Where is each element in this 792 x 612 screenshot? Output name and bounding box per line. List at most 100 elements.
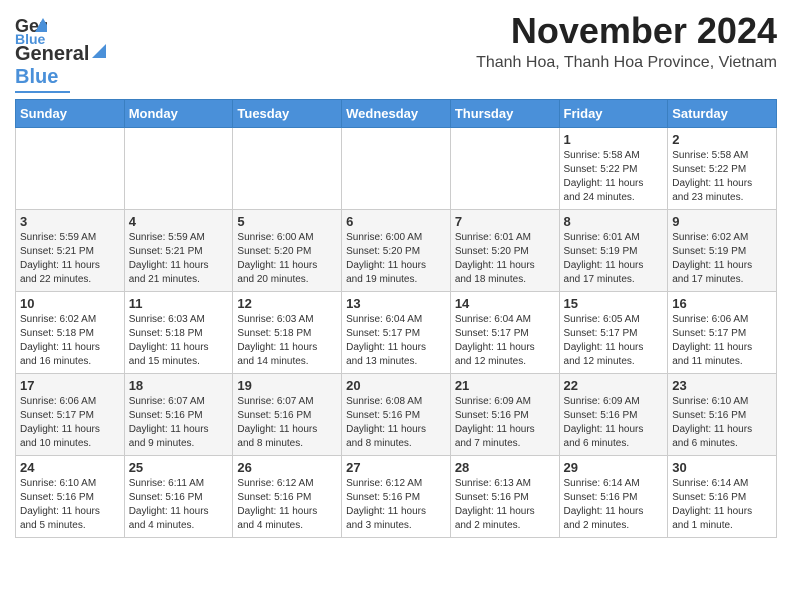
- day-info: Sunrise: 6:03 AM Sunset: 5:18 PM Dayligh…: [129, 313, 229, 369]
- day-info: Sunrise: 6:13 AM Sunset: 5:16 PM Dayligh…: [455, 477, 555, 533]
- day-info: Sunrise: 6:09 AM Sunset: 5:16 PM Dayligh…: [455, 395, 555, 451]
- day-info: Sunrise: 6:00 AM Sunset: 5:20 PM Dayligh…: [346, 231, 446, 287]
- location-title: Thanh Hoa, Thanh Hoa Province, Vietnam: [476, 54, 777, 72]
- day-number: 23: [672, 378, 772, 393]
- weekday-header: Saturday: [668, 100, 777, 128]
- day-number: 7: [455, 214, 555, 229]
- calendar-cell: 1 Sunrise: 5:58 AM Sunset: 5:22 PM Daylig…: [559, 128, 668, 210]
- calendar-cell: 14 Sunrise: 6:04 AM Sunset: 5:17 PM Dayli…: [450, 292, 559, 374]
- day-number: 8: [564, 214, 664, 229]
- day-info: Sunrise: 5:58 AM Sunset: 5:22 PM Dayligh…: [672, 149, 772, 205]
- day-number: 9: [672, 214, 772, 229]
- day-number: 14: [455, 296, 555, 311]
- day-info: Sunrise: 6:06 AM Sunset: 5:17 PM Dayligh…: [20, 395, 120, 451]
- calendar-cell: 7 Sunrise: 6:01 AM Sunset: 5:20 PM Daylig…: [450, 210, 559, 292]
- day-number: 20: [346, 378, 446, 393]
- day-number: 16: [672, 296, 772, 311]
- calendar-cell: 30 Sunrise: 6:14 AM Sunset: 5:16 PM Dayli…: [668, 456, 777, 538]
- day-number: 30: [672, 460, 772, 475]
- day-info: Sunrise: 6:12 AM Sunset: 5:16 PM Dayligh…: [346, 477, 446, 533]
- day-number: 21: [455, 378, 555, 393]
- day-number: 3: [20, 214, 120, 229]
- calendar-cell: 23Sunrise: 6:10 AM Sunset: 5:16 PM Dayli…: [668, 374, 777, 456]
- day-number: 27: [346, 460, 446, 475]
- calendar-cell: 19Sunrise: 6:07 AM Sunset: 5:16 PM Dayli…: [233, 374, 342, 456]
- day-info: Sunrise: 6:14 AM Sunset: 5:16 PM Dayligh…: [564, 477, 664, 533]
- logo: General Blue General Blue: [15, 14, 108, 93]
- day-info: Sunrise: 6:12 AM Sunset: 5:16 PM Dayligh…: [237, 477, 337, 533]
- calendar-cell: 13Sunrise: 6:04 AM Sunset: 5:17 PM Dayli…: [342, 292, 451, 374]
- day-number: 24: [20, 460, 120, 475]
- day-info: Sunrise: 6:07 AM Sunset: 5:16 PM Dayligh…: [129, 395, 229, 451]
- calendar-cell: 22Sunrise: 6:09 AM Sunset: 5:16 PM Dayli…: [559, 374, 668, 456]
- logo-blue: Blue: [15, 66, 58, 89]
- calendar-cell: 2Sunrise: 5:58 AM Sunset: 5:22 PM Daylig…: [668, 128, 777, 210]
- day-number: 19: [237, 378, 337, 393]
- calendar-cell: [124, 128, 233, 210]
- weekday-header: Thursday: [450, 100, 559, 128]
- calendar-cell: 20 Sunrise: 6:08 AM Sunset: 5:16 PM Dayli…: [342, 374, 451, 456]
- day-info: Sunrise: 6:01 AM Sunset: 5:20 PM Dayligh…: [455, 231, 555, 287]
- month-title: November 2024: [476, 10, 777, 52]
- calendar-cell: 9 Sunrise: 6:02 AM Sunset: 5:19 PM Daylig…: [668, 210, 777, 292]
- calendar-cell: [233, 128, 342, 210]
- calendar-week-row: 17 Sunrise: 6:06 AM Sunset: 5:17 PM Dayli…: [16, 374, 777, 456]
- calendar-table: SundayMondayTuesdayWednesdayThursdayFrid…: [15, 99, 777, 538]
- weekday-header: Monday: [124, 100, 233, 128]
- calendar-cell: 17 Sunrise: 6:06 AM Sunset: 5:17 PM Dayli…: [16, 374, 125, 456]
- calendar-cell: 3 Sunrise: 5:59 AM Sunset: 5:21 PM Daylig…: [16, 210, 125, 292]
- calendar-cell: 11 Sunrise: 6:03 AM Sunset: 5:18 PM Dayli…: [124, 292, 233, 374]
- weekday-header: Wednesday: [342, 100, 451, 128]
- calendar-week-row: 1 Sunrise: 5:58 AM Sunset: 5:22 PM Daylig…: [16, 128, 777, 210]
- calendar-cell: 18Sunrise: 6:07 AM Sunset: 5:16 PM Dayli…: [124, 374, 233, 456]
- day-number: 15: [564, 296, 664, 311]
- day-info: Sunrise: 6:10 AM Sunset: 5:16 PM Dayligh…: [20, 477, 120, 533]
- logo-general: General: [15, 43, 89, 66]
- calendar-cell: 26 Sunrise: 6:12 AM Sunset: 5:16 PM Dayli…: [233, 456, 342, 538]
- day-number: 26: [237, 460, 337, 475]
- calendar-cell: 15Sunrise: 6:05 AM Sunset: 5:17 PM Dayli…: [559, 292, 668, 374]
- day-number: 29: [564, 460, 664, 475]
- calendar-week-row: 3 Sunrise: 5:59 AM Sunset: 5:21 PM Daylig…: [16, 210, 777, 292]
- calendar-cell: 4 Sunrise: 5:59 AM Sunset: 5:21 PM Daylig…: [124, 210, 233, 292]
- calendar-cell: 24 Sunrise: 6:10 AM Sunset: 5:16 PM Dayli…: [16, 456, 125, 538]
- calendar-header-row: SundayMondayTuesdayWednesdayThursdayFrid…: [16, 100, 777, 128]
- day-info: Sunrise: 6:03 AM Sunset: 5:18 PM Dayligh…: [237, 313, 337, 369]
- weekday-header: Tuesday: [233, 100, 342, 128]
- weekday-header: Sunday: [16, 100, 125, 128]
- calendar-cell: 25 Sunrise: 6:11 AM Sunset: 5:16 PM Dayli…: [124, 456, 233, 538]
- day-info: Sunrise: 5:59 AM Sunset: 5:21 PM Dayligh…: [20, 231, 120, 287]
- day-info: Sunrise: 6:04 AM Sunset: 5:17 PM Dayligh…: [455, 313, 555, 369]
- day-info: Sunrise: 6:14 AM Sunset: 5:16 PM Dayligh…: [672, 477, 772, 533]
- day-info: Sunrise: 6:08 AM Sunset: 5:16 PM Dayligh…: [346, 395, 446, 451]
- calendar-cell: 27 Sunrise: 6:12 AM Sunset: 5:16 PM Dayli…: [342, 456, 451, 538]
- calendar-cell: [342, 128, 451, 210]
- calendar-cell: [450, 128, 559, 210]
- day-info: Sunrise: 6:06 AM Sunset: 5:17 PM Dayligh…: [672, 313, 772, 369]
- day-info: Sunrise: 6:01 AM Sunset: 5:19 PM Dayligh…: [564, 231, 664, 287]
- day-info: Sunrise: 5:59 AM Sunset: 5:21 PM Dayligh…: [129, 231, 229, 287]
- day-number: 25: [129, 460, 229, 475]
- calendar-week-row: 10Sunrise: 6:02 AM Sunset: 5:18 PM Dayli…: [16, 292, 777, 374]
- day-info: Sunrise: 6:02 AM Sunset: 5:18 PM Dayligh…: [20, 313, 120, 369]
- calendar-cell: 21 Sunrise: 6:09 AM Sunset: 5:16 PM Dayli…: [450, 374, 559, 456]
- page-header: General Blue General Blue November 2024 …: [15, 10, 777, 93]
- calendar-cell: 10Sunrise: 6:02 AM Sunset: 5:18 PM Dayli…: [16, 292, 125, 374]
- day-number: 13: [346, 296, 446, 311]
- calendar-week-row: 24 Sunrise: 6:10 AM Sunset: 5:16 PM Dayli…: [16, 456, 777, 538]
- day-number: 12: [237, 296, 337, 311]
- day-info: Sunrise: 6:11 AM Sunset: 5:16 PM Dayligh…: [129, 477, 229, 533]
- day-info: Sunrise: 6:02 AM Sunset: 5:19 PM Dayligh…: [672, 231, 772, 287]
- title-section: November 2024 Thanh Hoa, Thanh Hoa Provi…: [476, 10, 777, 72]
- day-number: 17: [20, 378, 120, 393]
- day-number: 4: [129, 214, 229, 229]
- day-number: 28: [455, 460, 555, 475]
- day-number: 1: [564, 132, 664, 147]
- day-info: Sunrise: 6:00 AM Sunset: 5:20 PM Dayligh…: [237, 231, 337, 287]
- day-number: 22: [564, 378, 664, 393]
- day-number: 11: [129, 296, 229, 311]
- day-info: Sunrise: 5:58 AM Sunset: 5:22 PM Dayligh…: [564, 149, 664, 205]
- logo-triangle-icon: [90, 42, 108, 60]
- calendar-cell: 16 Sunrise: 6:06 AM Sunset: 5:17 PM Dayli…: [668, 292, 777, 374]
- calendar-cell: [16, 128, 125, 210]
